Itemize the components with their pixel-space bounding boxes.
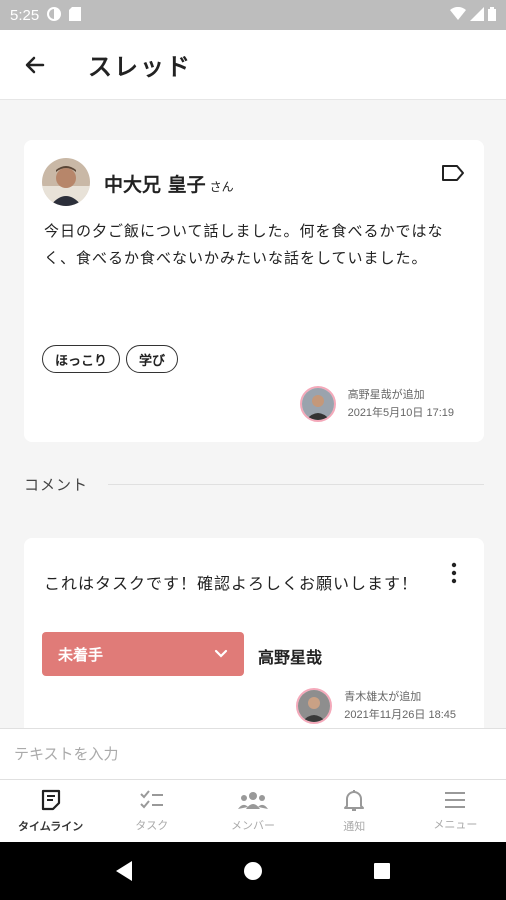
tag-list: ほっこり 学び: [42, 345, 179, 373]
system-home-button[interactable]: [233, 851, 273, 891]
battery-icon: [488, 6, 496, 25]
app-bar: スレッド: [0, 30, 506, 100]
author-name: 中大兄 皇子 さん: [104, 170, 234, 197]
system-recents-button[interactable]: [362, 851, 402, 891]
comment-input[interactable]: [0, 729, 506, 779]
task-checklist-icon: [140, 790, 163, 809]
timeline-icon: [41, 789, 60, 811]
arrow-left-icon: [25, 56, 45, 73]
tag-chip[interactable]: ほっこり: [42, 345, 121, 373]
page-title: スレッド: [88, 53, 192, 81]
wifi-icon: [450, 6, 466, 25]
menu-icon: [445, 792, 466, 808]
chevron-down-icon: [214, 645, 228, 663]
nav-label: メンバー: [231, 819, 275, 832]
post-card: 中大兄 皇子 さん 今日の夕ご飯について話しました。何を食べるかではなく、食べるか…: [24, 140, 484, 442]
nav-label: タイムライン: [17, 820, 84, 833]
adder-avatar: [299, 386, 336, 422]
bottom-nav: タイムライン タスク メンバー 通知 メニュー: [0, 780, 506, 842]
bell-icon: [344, 790, 365, 811]
comments-label: コメント: [24, 476, 89, 494]
added-by: 高野星哉が追加: [347, 389, 425, 401]
more-vert-icon: [451, 562, 457, 584]
added-at: 2021年11月26日 18:45: [344, 709, 456, 721]
comments-header: コメント: [24, 474, 484, 495]
task-meta: 青木雄太が追加 2021年11月26日 18:45: [296, 688, 456, 724]
status-time: 5:25: [10, 6, 40, 24]
system-back-button[interactable]: [104, 851, 144, 891]
square-recents-icon: [373, 863, 390, 879]
circle-home-icon: [243, 862, 262, 880]
tag-chip[interactable]: 学び: [126, 345, 179, 373]
nav-label: 通知: [343, 820, 366, 833]
data-saver-icon: [47, 6, 62, 25]
task-status-select[interactable]: 未着手: [42, 632, 244, 676]
task-assignee: 高野星哉: [258, 648, 323, 667]
divider: [108, 484, 484, 485]
post-meta: 高野星哉が追加 2021年5月10日 17:19: [299, 386, 454, 422]
task-card: これはタスクです！確認よろしくお願いします！ 未着手 高野星哉 青木雄太が追加 …: [24, 538, 484, 738]
task-text: これはタスクです！確認よろしくお願いします！: [44, 574, 419, 593]
nav-item-notifications[interactable]: 通知: [304, 780, 405, 842]
comment-input-bar: [0, 728, 506, 780]
post-body: 今日の夕ご飯について話しました。何を食べるかではなく、食べるか食べないかみたいな…: [44, 222, 444, 267]
nav-item-timeline[interactable]: タイムライン: [0, 780, 101, 842]
adder-avatar: [296, 688, 333, 724]
members-icon: [238, 792, 268, 809]
author-name-text: 中大兄 皇子: [104, 174, 206, 196]
nav-label: タスク: [135, 819, 169, 832]
status-bar: 5:25: [0, 0, 506, 30]
nav-item-tasks[interactable]: タスク: [101, 780, 202, 842]
system-nav-bar: [0, 842, 506, 900]
added-at: 2021年5月10日 17:19: [347, 407, 454, 419]
author-avatar[interactable]: [42, 158, 90, 206]
label-tag-icon: [442, 165, 464, 181]
back-button[interactable]: [0, 30, 70, 100]
more-options-button[interactable]: [446, 560, 462, 586]
added-by: 青木雄太が追加: [344, 691, 422, 703]
tag-button[interactable]: [440, 162, 466, 184]
signal-icon: [470, 6, 484, 25]
task-status-value: 未着手: [58, 645, 104, 664]
triangle-back-icon: [116, 861, 133, 881]
nav-item-menu[interactable]: メニュー: [405, 780, 506, 842]
honorific: さん: [209, 180, 234, 194]
nav-label: メニュー: [433, 818, 478, 831]
nav-item-members[interactable]: メンバー: [202, 780, 303, 842]
sd-card-icon: [69, 6, 82, 25]
